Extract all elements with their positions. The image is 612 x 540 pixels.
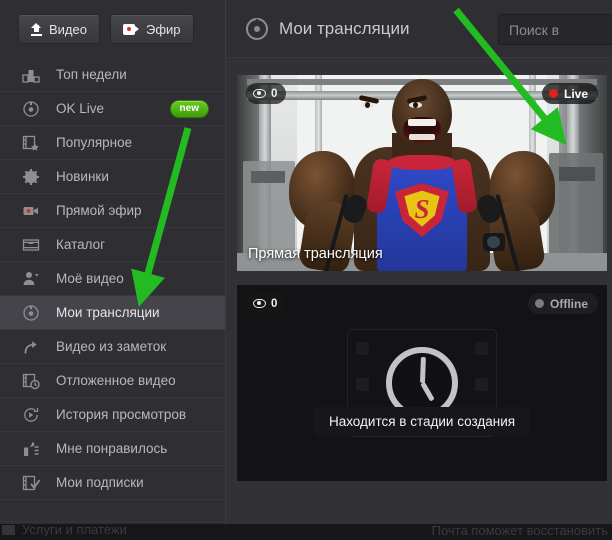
creation-status-tooltip: Находится в стадии создания <box>312 407 532 436</box>
page-title: Мои трансляции <box>279 19 410 38</box>
sidebar-item-9[interactable]: Отложенное видео <box>0 364 225 398</box>
sidebar-item-11[interactable]: Мне понравилось <box>0 432 225 466</box>
sidebar-item-label: Новинки <box>56 169 109 184</box>
status-badge-offline: Offline <box>528 293 598 314</box>
sidebar-item-4[interactable]: Прямой эфир <box>0 194 225 228</box>
broadcast-card-offline[interactable]: 0 Offline Находится в стадии создания Пр… <box>237 285 607 481</box>
sidebar-item-label: История просмотров <box>56 407 187 422</box>
thumbs-up-icon <box>22 440 40 458</box>
sidebar: Топ недели OK Live new Популярное Новинки Пря… <box>0 58 226 524</box>
broadcast-placeholder-thumbnail[interactable]: 0 Offline Находится в стадии создания Пр… <box>237 285 607 481</box>
broadcast-icon <box>22 304 40 322</box>
video-cam-icon <box>122 23 139 35</box>
view-count-value: 0 <box>271 87 278 100</box>
search-input[interactable]: Поиск в <box>498 14 612 45</box>
bodybuilder-figure: S <box>289 75 555 271</box>
sidebar-item-3[interactable]: Новинки <box>0 160 225 194</box>
view-count-badge: 0 <box>246 83 287 104</box>
upload-video-label: Видео <box>49 21 87 37</box>
sidebar-item-label: Прямой эфир <box>56 203 142 218</box>
podium-icon <box>22 66 40 84</box>
broadcast-list: S 0 Live Прямая трансляция 0 Offline Нах… <box>227 59 612 524</box>
clock-film-icon <box>22 372 40 390</box>
sidebar-item-0[interactable]: Топ недели <box>0 58 225 92</box>
sidebar-item-label: Мои подписки <box>56 475 144 490</box>
sidebar-item-7[interactable]: Мои трансляции <box>0 296 225 330</box>
sidebar-item-8[interactable]: Видео из заметок <box>0 330 225 364</box>
sidebar-item-10[interactable]: История просмотров <box>0 398 225 432</box>
header-title-bar: Мои трансляции Поиск в <box>226 0 612 58</box>
sidebar-item-label: Топ недели <box>56 67 127 82</box>
ok-video-window: Услуги и платежи Почта поможет восстанов… <box>0 0 612 540</box>
video-cam-icon <box>22 202 40 220</box>
person-icon <box>22 270 40 288</box>
offline-dot-icon <box>535 299 544 308</box>
sidebar-item-label: Видео из заметок <box>56 339 167 354</box>
sidebar-item-12[interactable]: Мои подписки <box>0 466 225 500</box>
sidebar-nav: Топ недели OK Live new Популярное Новинки Пря… <box>0 58 225 500</box>
start-live-button[interactable]: Эфир <box>109 14 194 44</box>
upload-video-button[interactable]: Видео <box>18 14 100 44</box>
broadcast-card-live[interactable]: S 0 Live Прямая трансляция <box>237 75 607 271</box>
film-strip-icon <box>22 236 40 254</box>
sidebar-item-2[interactable]: Популярное <box>0 126 225 160</box>
broadcast-icon <box>22 100 40 118</box>
star-film-icon <box>22 134 40 152</box>
broadcast-thumbnail[interactable]: S 0 Live Прямая трансляция <box>237 75 607 271</box>
sidebar-item-label: Популярное <box>56 135 133 150</box>
sidebar-item-label: Отложенное видео <box>56 373 176 388</box>
header: Видео Эфир Мои трансляции Поиск в <box>0 0 612 58</box>
view-count-value: 0 <box>271 297 278 310</box>
sidebar-item-label: Каталог <box>56 237 106 252</box>
video-panel: Видео Эфир Мои трансляции Поиск в Топ не… <box>0 0 612 524</box>
broadcast-icon <box>246 18 268 40</box>
live-dot-icon <box>548 89 558 98</box>
upload-icon <box>31 22 42 36</box>
eye-icon <box>253 299 266 308</box>
sidebar-spacer <box>0 500 225 522</box>
share-arrow-icon <box>22 338 40 356</box>
sidebar-item-label: Мне понравилось <box>56 441 168 456</box>
checklist-icon <box>22 474 40 492</box>
status-badge-live: Live <box>541 83 598 104</box>
sidebar-item-6[interactable]: Моё видео <box>0 262 225 296</box>
view-count-badge: 0 <box>246 293 287 314</box>
sidebar-item-1[interactable]: OK Live new <box>0 92 225 126</box>
start-live-label: Эфир <box>145 21 181 37</box>
background-left-icon <box>2 525 15 535</box>
sidebar-item-label: Моё видео <box>56 271 124 286</box>
sidebar-item-label: OK Live <box>56 101 105 116</box>
status-badge-label: Offline <box>550 296 588 311</box>
eye-icon <box>253 89 266 98</box>
sidebar-item-5[interactable]: Каталог <box>0 228 225 262</box>
history-icon <box>22 406 40 424</box>
status-badge-label: Live <box>563 86 588 101</box>
broadcast-title: Прямая трансляция <box>248 246 383 262</box>
background-left-text: Услуги и платежи <box>22 522 127 537</box>
background-right-text: Почта поможет восстановить <box>431 523 608 538</box>
header-actions: Видео Эфир <box>0 0 226 58</box>
new-badge: new <box>169 99 209 118</box>
sidebar-item-label: Мои трансляции <box>56 305 160 320</box>
burst-icon <box>22 168 40 186</box>
